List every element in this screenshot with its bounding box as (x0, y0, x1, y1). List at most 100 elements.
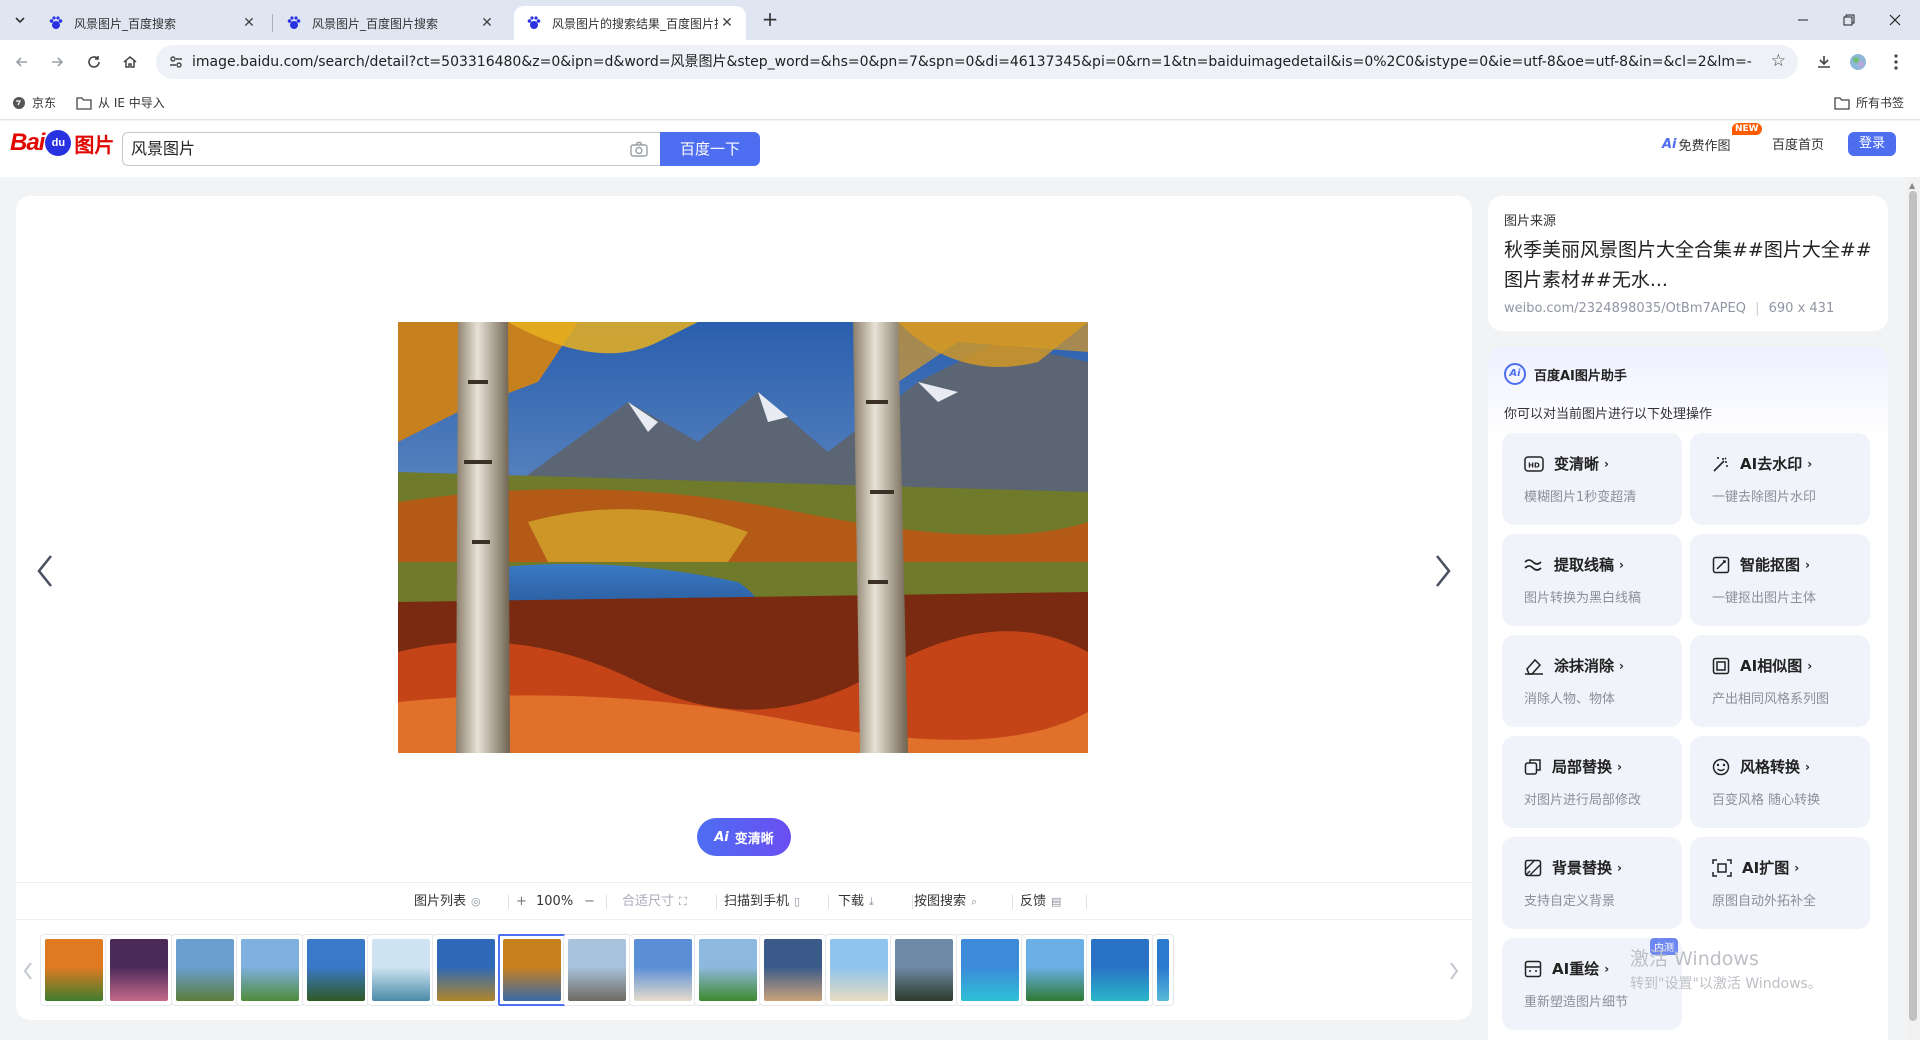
thumbnail-item[interactable] (171, 934, 239, 1006)
back-button[interactable] (10, 50, 34, 74)
ai-tool-style-transfer[interactable]: 风格转换 › 百变风格 随心转换 (1690, 736, 1870, 828)
thumbnail-image (1091, 939, 1149, 1001)
feedback-button[interactable]: 反馈 ▤ (1020, 883, 1061, 921)
browser-tab-3-active[interactable]: 风景图片的搜索结果_百度图片搜索 ✕ (514, 6, 746, 40)
zoom-in-button[interactable]: + (516, 883, 527, 921)
thumbnail-item[interactable] (629, 934, 697, 1006)
site-info-icon[interactable] (168, 54, 184, 70)
chevron-right-icon: › (1805, 557, 1810, 572)
ai-tool-erase[interactable]: 涂抹消除 › 消除人物、物体 (1502, 635, 1682, 727)
ai-tool-similar[interactable]: AI相似图 › 产出相同风格系列图 (1690, 635, 1870, 727)
ai-tool-line-art[interactable]: 提取线稿 › 图片转换为黑白线稿 (1502, 534, 1682, 626)
style-icon (1712, 758, 1730, 775)
scan-to-phone-button[interactable]: 扫描到手机 ▯ (724, 883, 800, 921)
thumbnail-item[interactable] (498, 934, 566, 1006)
baidu-image-logo[interactable]: Bai du 图片 (10, 128, 114, 158)
address-bar[interactable]: image.baidu.com/search/detail?ct=5033164… (156, 45, 1798, 79)
baidu-home-link[interactable]: 百度首页 (1772, 134, 1824, 153)
home-button[interactable] (118, 50, 142, 74)
restore-button[interactable] (1826, 0, 1872, 40)
next-image-button[interactable] (1428, 546, 1458, 596)
close-window-button[interactable] (1872, 0, 1918, 40)
ai-tool-expand[interactable]: AI扩图 › 原图自动外拓补全 (1690, 837, 1870, 929)
bookmark-jd[interactable]: 京东 (12, 94, 56, 111)
source-title-link[interactable]: 秋季美丽风景图片大全合集##图片大全##图片素材##无水... (1504, 235, 1872, 295)
logo-text: 图片 (74, 134, 115, 157)
zoom-out-button[interactable]: − (584, 883, 595, 921)
thumbs-next-button[interactable] (1444, 956, 1464, 986)
ai-free-draw-link[interactable]: Ai 免费作图 (1662, 134, 1731, 154)
profile-button[interactable] (1846, 50, 1870, 74)
search-query[interactable]: 风景图片 (131, 133, 195, 165)
ai-tool-watermark-remove[interactable]: AI去水印 › 一键去除图片水印 (1690, 433, 1870, 525)
download-button[interactable]: 下载 ⤓ (838, 883, 874, 921)
ai-sharpen-button[interactable]: Ai 变清晰 (697, 818, 791, 856)
source-url-link[interactable]: weibo.com/2324898035/OtBm7APEQ (1504, 301, 1746, 316)
scrollbar-thumb[interactable] (1909, 191, 1917, 1021)
thumbnail-strip (16, 920, 1472, 1020)
search-button[interactable]: 百度一下 (660, 132, 760, 166)
all-bookmarks-folder[interactable]: 所有书签 (1834, 94, 1904, 111)
thumbnail-item[interactable] (105, 934, 173, 1006)
thumbnail-image (830, 939, 888, 1001)
minimize-button[interactable] (1780, 0, 1826, 40)
logo-paw: du (45, 130, 72, 156)
camera-icon[interactable] (630, 141, 648, 157)
thumbs-prev-button[interactable] (18, 956, 38, 986)
tool-name: AI扩图 (1742, 859, 1790, 877)
thumbnail-item[interactable] (1086, 934, 1154, 1006)
thumbnail-item[interactable] (236, 934, 304, 1006)
thumbnail-item[interactable] (367, 934, 435, 1006)
search-input[interactable]: 风景图片 (122, 132, 662, 166)
thumbnail-item[interactable] (1021, 934, 1089, 1006)
thumbnail-item[interactable] (302, 934, 370, 1006)
tool-name: AI去水印 (1740, 455, 1803, 473)
baidu-paw-icon (49, 16, 63, 29)
ai-tool-partial-replace[interactable]: 局部替换 › 对图片进行局部修改 (1502, 736, 1682, 828)
page-scrollbar[interactable]: ▲ (1906, 177, 1920, 1040)
tool-name: 涂抹消除 (1554, 657, 1615, 675)
browser-menu-button[interactable] (1884, 50, 1908, 74)
close-icon[interactable]: ✕ (240, 15, 258, 31)
main-landscape-image[interactable] (398, 322, 1088, 753)
magic-wand-icon (1713, 456, 1728, 472)
thumbnail-image (176, 939, 234, 1001)
search-by-image-button[interactable]: 按图搜索 ⌕ (914, 883, 977, 921)
fit-size-button[interactable]: 合适尺寸 ⛶ (622, 883, 687, 921)
url-text[interactable]: image.baidu.com/search/detail?ct=5033164… (192, 45, 1752, 79)
thumbnail-item[interactable] (1152, 934, 1174, 1006)
ai-tool-sharpen[interactable]: HD 变清晰 › 模糊图片1秒变超清 (1502, 433, 1682, 525)
close-icon[interactable]: ✕ (478, 15, 496, 31)
previous-image-button[interactable] (30, 546, 60, 596)
tab-search-menu-button[interactable] (8, 8, 32, 32)
browser-tab-2[interactable]: 风景图片_百度图片搜索 ✕ (274, 6, 506, 40)
bookmark-folder-ie[interactable]: 从 IE 中导入 (76, 94, 165, 111)
divider (716, 895, 717, 909)
close-icon[interactable]: ✕ (718, 15, 736, 31)
tool-label: 反馈 (1020, 894, 1047, 909)
bookmark-star-icon[interactable]: ☆ (1771, 51, 1786, 71)
ai-icon: Ai (1662, 136, 1677, 152)
thumbnail-item[interactable] (563, 934, 631, 1006)
thumbnail-item[interactable] (694, 934, 762, 1006)
thumbnail-item[interactable] (825, 934, 893, 1006)
image-list-button[interactable]: 图片列表 ◎ (414, 883, 481, 921)
background-icon (1524, 859, 1542, 876)
thumbnail-item[interactable] (432, 934, 500, 1006)
thumbnail-item[interactable] (890, 934, 958, 1006)
new-tab-button[interactable]: + (758, 8, 782, 32)
reload-button[interactable] (82, 50, 106, 74)
thumbnail-item[interactable] (40, 934, 108, 1006)
downloads-button[interactable] (1812, 50, 1836, 74)
scroll-up-icon[interactable]: ▲ (1909, 181, 1915, 190)
browser-tab-1[interactable]: 风景图片_百度搜索 ✕ (36, 6, 268, 40)
forward-button[interactable] (45, 50, 69, 74)
login-button[interactable]: 登录 (1848, 132, 1896, 156)
thumbnail-item[interactable] (759, 934, 827, 1006)
source-size: 690 x 431 (1768, 301, 1835, 316)
activate-title: 激活 Windows (1630, 948, 1759, 970)
ai-tool-cutout[interactable]: 智能抠图 › 一键抠出图片主体 (1690, 534, 1870, 626)
tab-title: 风景图片的搜索结果_百度图片搜索 (552, 16, 718, 31)
thumbnail-item[interactable] (956, 934, 1024, 1006)
ai-tool-background-replace[interactable]: 背景替换 › 支持自定义背景 (1502, 837, 1682, 929)
